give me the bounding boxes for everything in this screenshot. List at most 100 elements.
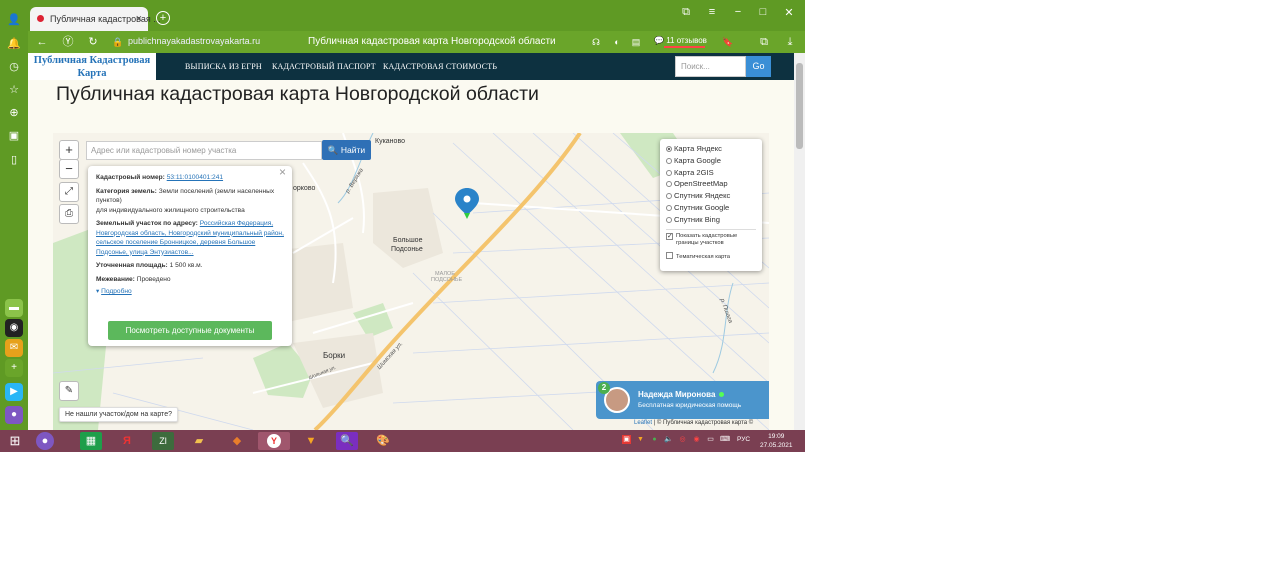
layer-option-google[interactable]: Карта Google [666, 155, 756, 167]
area-value: 1 500 кв.м. [169, 262, 203, 269]
back-icon[interactable]: ← [34, 34, 50, 50]
taskbar: ⊞ ● ▦ Я Zl ▰ ◆ Y ▼ 🔍 🎨 ▣ ▼ ● 🔈 ◎ ◉ ▭ ⌨ Р… [0, 430, 805, 452]
popup-close-icon[interactable]: × [279, 166, 286, 177]
checkbox-icon [666, 251, 673, 259]
view-documents-button[interactable]: Посмотреть доступные документы [108, 321, 272, 340]
map-find-button[interactable]: 🔍 Найти [322, 140, 371, 160]
chat-badge: 2 [598, 382, 610, 394]
history-icon[interactable]: ◷ [6, 59, 22, 75]
tray-app-icon[interactable]: ▣ [622, 435, 631, 444]
reload-icon[interactable]: ↻ [85, 34, 101, 50]
site-search-input[interactable]: Поиск... [675, 56, 746, 77]
notifications-icon[interactable]: 🔔 [6, 36, 22, 52]
alice-app-icon[interactable]: ● [5, 406, 23, 424]
menu-icon[interactable]: ≡ [704, 6, 720, 18]
thematic-checkbox[interactable]: Тематическая карта [666, 251, 756, 262]
scrollbar-thumb[interactable] [796, 63, 803, 149]
leaflet-link[interactable]: Leaflet [634, 420, 652, 426]
bookmarks-icon[interactable]: ☆ [6, 82, 22, 98]
music-app-icon[interactable]: ◉ [5, 319, 23, 337]
tray-clock[interactable]: 19:09 27.05.2021 [760, 432, 793, 450]
maximize-icon[interactable]: □ [755, 6, 771, 18]
nav-cost[interactable]: КАДАСТРОВАЯ СТОИМОСТЬ [383, 62, 497, 71]
land-category-label: Категория земель: [96, 187, 157, 195]
game-app-icon[interactable]: ◆ [226, 432, 248, 450]
site-logo[interactable]: Публичная Кадастровая Карта [28, 53, 156, 80]
search-icon: 🔍 [327, 145, 339, 155]
layer-option-sat-yandex[interactable]: Спутник Яндекс [666, 190, 756, 202]
tray-v-icon[interactable]: ▼ [636, 435, 645, 444]
tab-manager-icon[interactable]: ⧉ [678, 6, 694, 19]
mail-app-icon[interactable]: ✉ [5, 339, 23, 357]
layer-option-sat-bing[interactable]: Спутник Bing [666, 214, 756, 226]
zoom-out-button[interactable]: − [59, 159, 79, 179]
yandex-browser-icon[interactable]: Я [116, 432, 138, 450]
tab-active[interactable]: Публичная кадастровая ... × [30, 7, 161, 31]
not-found-button[interactable]: Не нашли участок/дом на карте? [59, 407, 178, 422]
tray-keyboard-icon[interactable]: ⌨ [720, 435, 730, 444]
layer-option-osm[interactable]: OpenStreetMap [666, 178, 756, 190]
download-icon[interactable]: ⤓ [782, 34, 798, 50]
file-explorer-icon[interactable]: ▰ [188, 432, 210, 450]
new-tab-button[interactable]: + [156, 11, 170, 25]
zoom-in-button[interactable]: + [59, 140, 79, 160]
paint-icon[interactable]: 🎨 [372, 432, 394, 450]
site-search-button[interactable]: Go [746, 56, 771, 77]
chat-widget[interactable]: 2 Надежда Миронова Бесплатная юридическа… [596, 381, 769, 419]
app-v-icon[interactable]: ▼ [300, 432, 322, 450]
ruler-icon[interactable]: ✎ [59, 381, 79, 401]
windows-start-icon[interactable]: ⊞ [4, 432, 26, 450]
radio-icon [666, 193, 672, 200]
collections-icon[interactable]: ⧉ [756, 34, 772, 50]
send-app-icon[interactable]: ▶ [5, 383, 23, 401]
layer-option-2gis[interactable]: Карта 2GIS [666, 167, 756, 179]
url-text[interactable]: publichnayakadastrovayakarta.ru [128, 36, 260, 46]
profile-icon[interactable]: 👤 [6, 12, 22, 28]
cad-number-link[interactable]: 53:11:0100401:241 [167, 174, 223, 181]
clock-time: 19:09 [768, 433, 785, 440]
tray-network-icon[interactable]: ▭ [706, 435, 715, 444]
collections-icon[interactable]: ▣ [6, 128, 22, 144]
nav-passport[interactable]: КАДАСТРОВЫЙ ПАСПОРТ [272, 62, 376, 71]
layer-label: Карта Яндекс [674, 144, 722, 153]
cadastral-map[interactable]: Куканово орково Большое Подсонье МАЛОЕ П… [53, 133, 769, 430]
reviews-badge[interactable]: 💬 11 отзывов [654, 33, 707, 49]
layer-option-yandex[interactable]: Карта Яндекс [666, 143, 756, 155]
yandex-home-icon[interactable]: Ⓨ [60, 34, 76, 50]
tab-close-icon[interactable]: × [136, 7, 142, 31]
caret-down-icon: ▾ [96, 288, 100, 295]
layer-label: OpenStreetMap [674, 179, 728, 189]
tabs-icon[interactable]: ▯ [6, 152, 22, 168]
page-scrollbar[interactable] [794, 53, 805, 430]
protect-icon[interactable]: ◐ [609, 34, 625, 50]
tray-language[interactable]: РУС [737, 436, 750, 443]
tray-eye-icon[interactable]: ◉ [692, 435, 701, 444]
layer-option-sat-google[interactable]: Спутник Google [666, 202, 756, 214]
search-app-icon[interactable]: 🔍 [336, 432, 358, 450]
zl-app-icon[interactable]: Zl [152, 432, 174, 450]
minimize-icon[interactable]: − [730, 6, 746, 18]
tray-alert-icon[interactable]: ◎ [678, 435, 687, 444]
bookmark-icon[interactable]: 🔖 [720, 34, 736, 50]
tray-shield-icon[interactable]: ● [650, 435, 659, 444]
cad-number-label: Кадастровый номер: [96, 174, 165, 181]
fullscreen-icon[interactable]: ⤢ [59, 182, 79, 202]
tray-volume-icon[interactable]: 🔈 [664, 435, 673, 444]
more-details-link[interactable]: ▾ Подробно [96, 287, 284, 297]
nav-egrn[interactable]: ВЫПИСКА ИЗ ЕГРН [185, 62, 262, 71]
reader-icon[interactable]: ☊ [588, 34, 604, 50]
extension-icon[interactable]: ▤ [628, 34, 644, 50]
print-icon[interactable]: ⎙ [59, 204, 79, 224]
excel-icon[interactable]: ▦ [80, 432, 102, 450]
close-window-icon[interactable]: ✕ [781, 6, 797, 19]
chat-subtitle: Бесплатная юридическая помощь [638, 402, 742, 409]
downloads-icon[interactable]: ⊕ [6, 105, 22, 121]
show-borders-label: Показать кадастровые границы участков [676, 232, 738, 247]
alice-icon[interactable]: ● [36, 432, 54, 450]
add-app-icon[interactable]: + [5, 359, 23, 377]
map-address-input[interactable]: Адрес или кадастровый номер участка [86, 141, 322, 160]
show-borders-checkbox[interactable]: ✓ Показать кадастровые границы участков [666, 232, 756, 248]
yandex-active-icon[interactable]: Y [258, 432, 290, 450]
layer-label: Карта 2GIS [674, 167, 714, 177]
messenger-app-icon[interactable]: ▬ [5, 299, 23, 317]
